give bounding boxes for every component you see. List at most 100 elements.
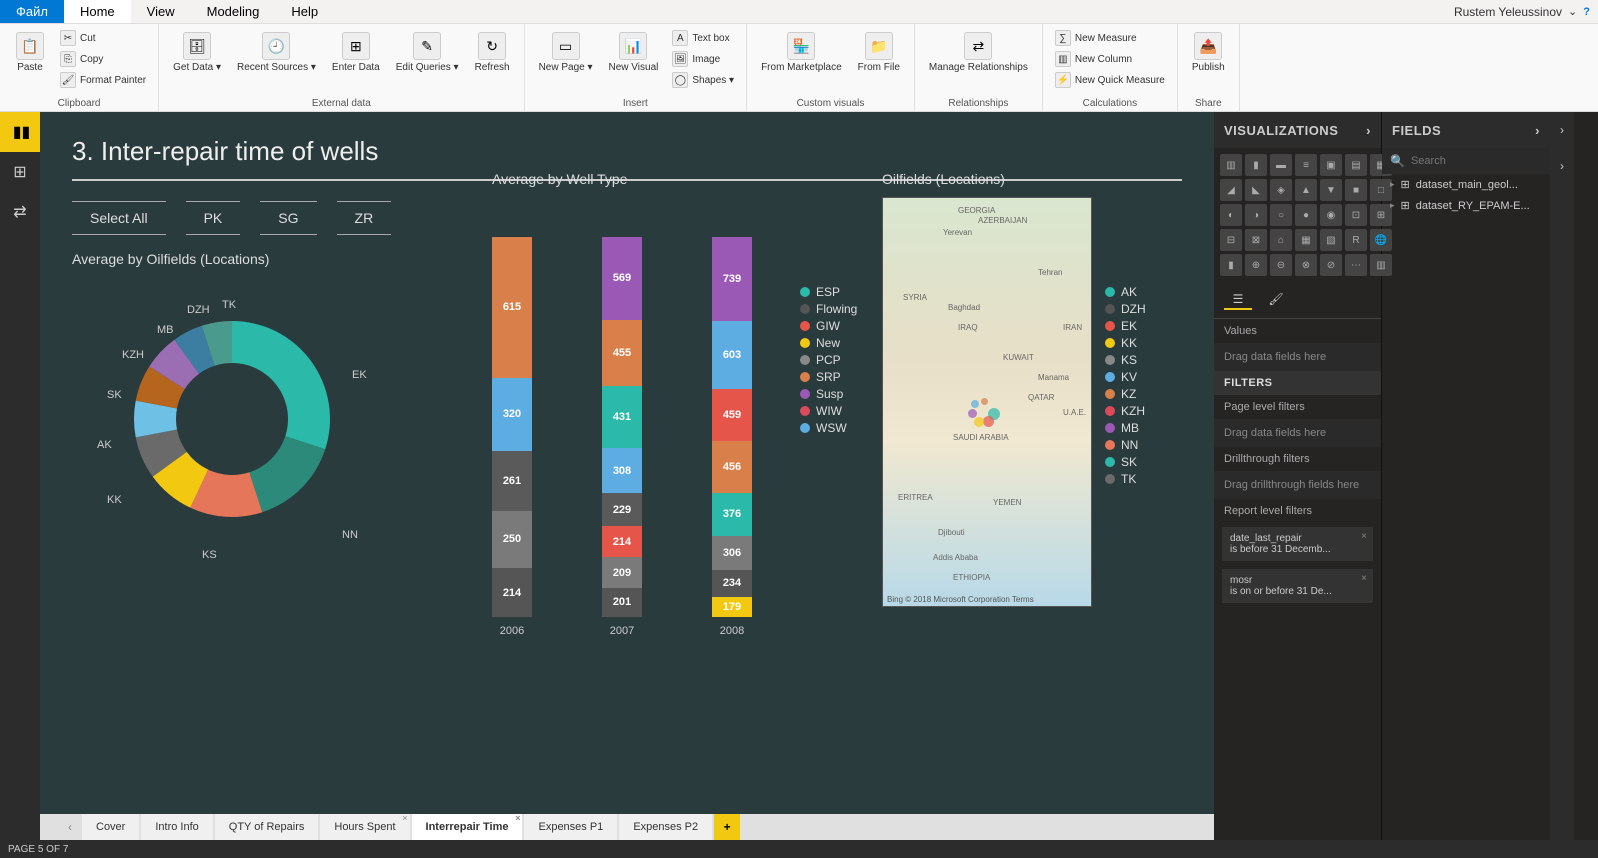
- menu-file[interactable]: Файл: [0, 0, 64, 23]
- remove-filter-icon[interactable]: ×: [1361, 531, 1367, 542]
- menu-home[interactable]: Home: [64, 0, 131, 23]
- viz-type-icon[interactable]: ⋯: [1345, 254, 1367, 276]
- page-tab[interactable]: Cover: [82, 814, 139, 840]
- page-filters-drop-zone[interactable]: Drag data fields here: [1214, 419, 1381, 447]
- viz-type-icon[interactable]: ⊠: [1245, 229, 1267, 251]
- legend-item[interactable]: PCP: [800, 353, 857, 367]
- slicer-sg[interactable]: SG: [260, 201, 316, 235]
- report-view-button[interactable]: ▮▮: [0, 112, 40, 152]
- viz-type-icon[interactable]: ○: [1270, 204, 1292, 226]
- legend-item[interactable]: KS: [1105, 353, 1146, 367]
- viz-type-icon[interactable]: ◈: [1270, 179, 1292, 201]
- viz-type-icon[interactable]: ▲: [1295, 179, 1317, 201]
- legend-item[interactable]: KV: [1105, 370, 1146, 384]
- legend-item[interactable]: SRP: [800, 370, 857, 384]
- menu-modeling[interactable]: Modeling: [191, 0, 276, 23]
- legend-item[interactable]: Flowing: [800, 302, 857, 316]
- viz-type-icon[interactable]: ▼: [1320, 179, 1342, 201]
- viz-type-icon[interactable]: ▮: [1220, 254, 1242, 276]
- viz-type-icon[interactable]: ▧: [1320, 229, 1342, 251]
- format-tab[interactable]: 🖌: [1262, 290, 1290, 310]
- add-page-button[interactable]: +: [714, 814, 740, 840]
- map-visual[interactable]: Bing © 2018 Microsoft Corporation Terms …: [882, 197, 1092, 607]
- legend-item[interactable]: TK: [1105, 472, 1146, 486]
- viz-type-icon[interactable]: ⊖: [1270, 254, 1292, 276]
- values-drop-zone[interactable]: Drag data fields here: [1214, 343, 1381, 371]
- viz-type-icon[interactable]: ◐: [1220, 204, 1242, 226]
- paste-button[interactable]: 📋Paste: [8, 28, 52, 77]
- from-marketplace-button[interactable]: 🏪From Marketplace: [755, 28, 848, 77]
- viz-type-icon[interactable]: ▮: [1245, 154, 1267, 176]
- dataset-item[interactable]: ▸⊞dataset_RY_EPAM-E...: [1382, 195, 1550, 216]
- visualizations-header[interactable]: VISUALIZATIONS›: [1214, 112, 1381, 148]
- text-box-button[interactable]: AText box: [668, 28, 738, 48]
- legend-item[interactable]: Susp: [800, 387, 857, 401]
- edit-queries-button[interactable]: ✎Edit Queries ▾: [390, 28, 465, 77]
- publish-button[interactable]: 📤Publish: [1186, 28, 1231, 77]
- close-tab-icon[interactable]: ×: [515, 813, 520, 823]
- donut-chart[interactable]: EKNNKSKKAKSKKZHMBDZHTK: [72, 279, 392, 559]
- drill-drop-zone[interactable]: Drag drillthrough fields here: [1214, 471, 1381, 499]
- get-data-button[interactable]: 🗄Get Data ▾: [167, 28, 227, 77]
- image-button[interactable]: 🖼Image: [668, 49, 738, 69]
- refresh-button[interactable]: ↻Refresh: [469, 28, 516, 77]
- from-file-button[interactable]: 📁From File: [852, 28, 906, 77]
- viz-type-icon[interactable]: ◑: [1245, 204, 1267, 226]
- viz-type-icon[interactable]: ▥: [1220, 154, 1242, 176]
- viz-type-icon[interactable]: ⊗: [1295, 254, 1317, 276]
- legend-item[interactable]: WIW: [800, 404, 857, 418]
- legend-item[interactable]: MB: [1105, 421, 1146, 435]
- format-painter-button[interactable]: 🖌Format Painter: [56, 70, 150, 90]
- legend-item[interactable]: WSW: [800, 421, 857, 435]
- legend-item[interactable]: KK: [1105, 336, 1146, 350]
- collapse-fields-button[interactable]: ›: [1550, 148, 1574, 184]
- fields-search[interactable]: 🔍: [1382, 148, 1550, 174]
- collapse-viz-button[interactable]: ›: [1550, 112, 1574, 148]
- model-view-button[interactable]: ⇄: [0, 192, 40, 232]
- page-tab[interactable]: QTY of Repairs: [215, 814, 319, 840]
- viz-type-icon[interactable]: ⊘: [1320, 254, 1342, 276]
- map-bubble-cluster[interactable]: [968, 398, 1008, 438]
- recent-sources-button[interactable]: 🕘Recent Sources ▾: [231, 28, 322, 77]
- menu-view[interactable]: View: [131, 0, 191, 23]
- page-tab[interactable]: Expenses P2: [619, 814, 712, 840]
- page-tab[interactable]: Intro Info: [141, 814, 212, 840]
- quick-measure-button[interactable]: ⚡New Quick Measure: [1051, 70, 1169, 90]
- help-icon[interactable]: ?: [1583, 6, 1590, 18]
- viz-type-icon[interactable]: ▣: [1320, 154, 1342, 176]
- new-visual-button[interactable]: 📊New Visual: [603, 28, 665, 77]
- legend-item[interactable]: NN: [1105, 438, 1146, 452]
- viz-type-icon[interactable]: ◢: [1220, 179, 1242, 201]
- search-input[interactable]: [1411, 155, 1553, 167]
- slicer-zr[interactable]: ZR: [337, 201, 392, 235]
- new-page-button[interactable]: ▭New Page ▾: [533, 28, 599, 77]
- viz-type-icon[interactable]: ●: [1295, 204, 1317, 226]
- legend-item[interactable]: KZ: [1105, 387, 1146, 401]
- viz-type-icon[interactable]: R: [1345, 229, 1367, 251]
- legend-item[interactable]: AK: [1105, 285, 1146, 299]
- viz-type-icon[interactable]: ⊕: [1245, 254, 1267, 276]
- viz-type-icon[interactable]: ▬: [1270, 154, 1292, 176]
- manage-relationships-button[interactable]: ⇄Manage Relationships: [923, 28, 1034, 77]
- viz-type-icon[interactable]: ▦: [1295, 229, 1317, 251]
- page-tab[interactable]: Expenses P1: [524, 814, 617, 840]
- slicer-select-all[interactable]: Select All: [72, 201, 166, 235]
- user-label[interactable]: Rustem Yeleussinov ⌄ ?: [1454, 5, 1590, 19]
- enter-data-button[interactable]: ⊞Enter Data: [326, 28, 386, 77]
- filter-card-date[interactable]: × date_last_repair is before 31 Decemb..…: [1222, 527, 1373, 561]
- copy-button[interactable]: ⎘Copy: [56, 49, 150, 69]
- new-column-button[interactable]: ▥New Column: [1051, 49, 1169, 69]
- filter-card-mosr[interactable]: × mosr is on or before 31 De...: [1222, 569, 1373, 603]
- menu-help[interactable]: Help: [275, 0, 334, 23]
- viz-type-icon[interactable]: ⊟: [1220, 229, 1242, 251]
- page-tab[interactable]: Interrepair Time×: [412, 814, 523, 840]
- viz-type-icon[interactable]: ⌂: [1270, 229, 1292, 251]
- report-canvas[interactable]: 3. Inter-repair time of wells Select All…: [40, 112, 1214, 814]
- legend-item[interactable]: ESP: [800, 285, 857, 299]
- viz-type-icon[interactable]: ≡: [1295, 154, 1317, 176]
- close-tab-icon[interactable]: ×: [402, 813, 407, 823]
- new-measure-button[interactable]: ∑New Measure: [1051, 28, 1169, 48]
- shapes-button[interactable]: ◯Shapes ▾: [668, 70, 738, 90]
- viz-type-icon[interactable]: ■: [1345, 179, 1367, 201]
- legend-item[interactable]: GIW: [800, 319, 857, 333]
